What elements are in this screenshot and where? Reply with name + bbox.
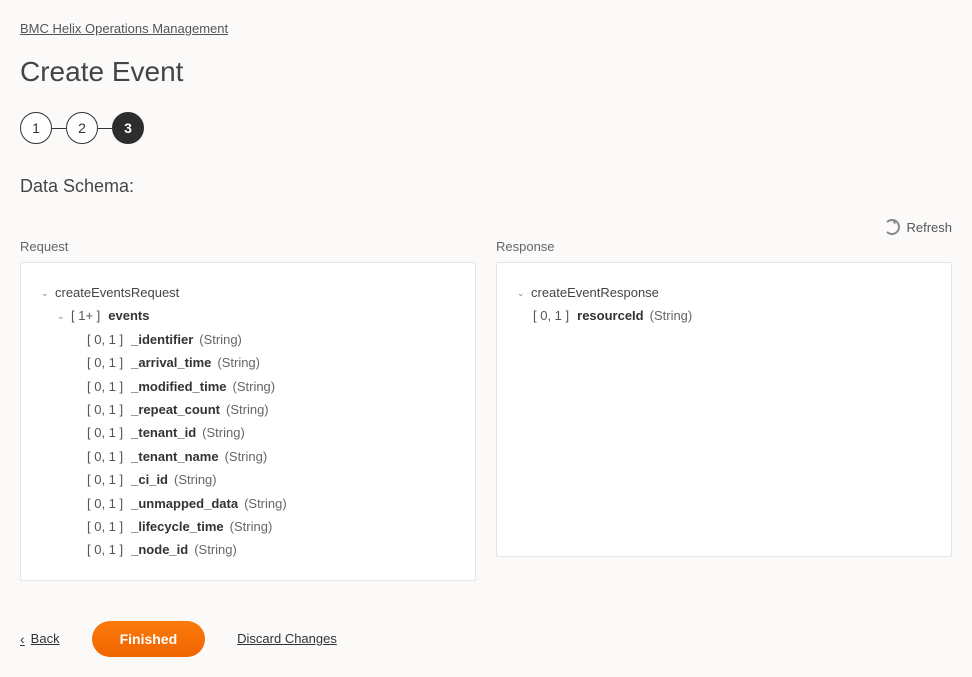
schema-root-node[interactable]: ⌄ createEventResponse [517,281,931,304]
chevron-down-icon[interactable]: ⌄ [517,285,527,301]
step-3[interactable]: 3 [112,112,144,144]
schema-root-name: createEventResponse [531,281,659,304]
schema-field-name: _tenant_name [131,445,218,468]
schema-field-name: events [108,304,149,327]
schema-field-type: (String) [194,538,237,561]
step-connector [98,128,112,129]
schema-field-row[interactable]: [ 0, 1 ] _repeat_count (String) [41,398,455,421]
refresh-icon [884,219,900,235]
schema-field-row[interactable]: [ 0, 1 ] _ci_id (String) [41,468,455,491]
step-1[interactable]: 1 [20,112,52,144]
schema-cardinality: [ 0, 1 ] [87,351,123,374]
schema-cardinality: [ 0, 1 ] [87,398,123,421]
discard-changes-button[interactable]: Discard Changes [237,631,337,646]
schema-field-name: _identifier [131,328,193,351]
stepper: 1 2 3 [20,112,952,144]
response-schema-panel: ⌄ createEventResponse [ 0, 1 ] resourceId… [496,262,952,557]
schema-field-type: (String) [226,398,269,421]
schema-field-name: _arrival_time [131,351,211,374]
schema-field-row[interactable]: [ 0, 1 ] _arrival_time (String) [41,351,455,374]
response-panel-label: Response [496,239,952,254]
finished-button[interactable]: Finished [92,621,206,657]
schema-field-type: (String) [199,328,242,351]
schema-events-node[interactable]: ⌄ [ 1+ ] events [41,304,455,327]
schema-field-name: resourceId [577,304,643,327]
refresh-label: Refresh [906,220,952,235]
schema-cardinality: [ 1+ ] [71,304,100,327]
section-title: Data Schema: [20,176,952,197]
schema-field-row[interactable]: [ 0, 1 ] _tenant_id (String) [41,421,455,444]
step-connector [52,128,66,129]
schema-root-name: createEventsRequest [55,281,179,304]
schema-field-type: (String) [174,468,217,491]
chevron-left-icon: ‹ [20,631,25,647]
schema-field-row[interactable]: [ 0, 1 ] _unmapped_data (String) [41,492,455,515]
schema-field-name: _lifecycle_time [131,515,224,538]
schema-cardinality: [ 0, 1 ] [87,492,123,515]
schema-root-node[interactable]: ⌄ createEventsRequest [41,281,455,304]
schema-cardinality: [ 0, 1 ] [533,304,569,327]
page-title: Create Event [20,56,952,88]
schema-cardinality: [ 0, 1 ] [87,445,123,468]
schema-field-name: _modified_time [131,375,226,398]
chevron-down-icon[interactable]: ⌄ [41,285,51,301]
schema-field-type: (String) [217,351,260,374]
refresh-button[interactable]: Refresh [884,219,952,235]
schema-field-type: (String) [233,375,276,398]
step-2[interactable]: 2 [66,112,98,144]
back-button[interactable]: ‹ Back [20,631,60,647]
schema-field-type: (String) [650,304,693,327]
schema-field-name: _ci_id [131,468,168,491]
schema-field-type: (String) [244,492,287,515]
schema-field-name: _tenant_id [131,421,196,444]
schema-cardinality: [ 0, 1 ] [87,538,123,561]
back-label: Back [31,631,60,646]
schema-field-type: (String) [202,421,245,444]
schema-field-row[interactable]: [ 0, 1 ] _tenant_name (String) [41,445,455,468]
schema-cardinality: [ 0, 1 ] [87,421,123,444]
schema-cardinality: [ 0, 1 ] [87,515,123,538]
schema-field-type: (String) [230,515,273,538]
schema-field-row[interactable]: [ 0, 1 ] _node_id (String) [41,538,455,561]
schema-field-name: _node_id [131,538,188,561]
schema-field-row[interactable]: [ 0, 1 ] _identifier (String) [41,328,455,351]
schema-field-row[interactable]: [ 0, 1 ] resourceId (String) [517,304,931,327]
schema-field-row[interactable]: [ 0, 1 ] _lifecycle_time (String) [41,515,455,538]
schema-cardinality: [ 0, 1 ] [87,468,123,491]
schema-cardinality: [ 0, 1 ] [87,328,123,351]
request-schema-panel: ⌄ createEventsRequest ⌄ [ 1+ ] events [ … [20,262,476,581]
schema-field-name: _repeat_count [131,398,220,421]
breadcrumb-link[interactable]: BMC Helix Operations Management [20,21,228,36]
schema-cardinality: [ 0, 1 ] [87,375,123,398]
schema-field-type: (String) [225,445,268,468]
schema-field-row[interactable]: [ 0, 1 ] _modified_time (String) [41,375,455,398]
chevron-down-icon[interactable]: ⌄ [57,308,67,324]
request-panel-label: Request [20,239,476,254]
schema-field-name: _unmapped_data [131,492,238,515]
